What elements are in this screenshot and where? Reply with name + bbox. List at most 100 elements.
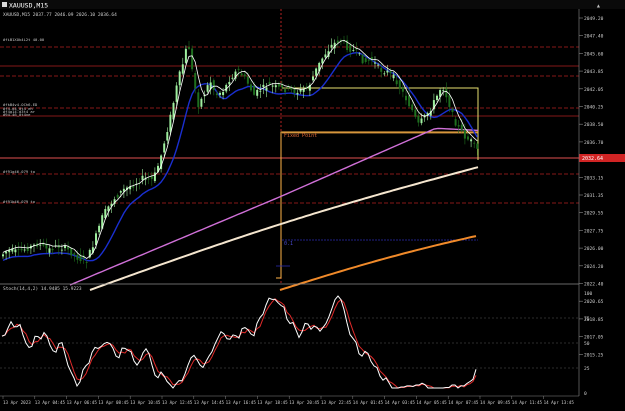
candle-body: [352, 50, 355, 51]
current-price-badge: 2032.64: [579, 154, 625, 162]
candle-body: [141, 175, 144, 180]
indicator-label: Stoch(14,4,2) 14.9485 15.9223: [3, 286, 82, 292]
candle-body: [57, 245, 60, 248]
candle-body: [73, 253, 76, 255]
time-tick-label: 14 Apr 05:45: [416, 400, 447, 405]
candle-body: [330, 44, 333, 48]
candle-body: [398, 80, 401, 89]
candle-body: [454, 119, 457, 126]
price-tick-label: 2017.05: [584, 335, 604, 341]
time-tick-label: 14 Apr 13:45: [544, 400, 575, 405]
candle-body: [26, 246, 29, 251]
candle-body: [312, 76, 314, 81]
candle-body: [259, 90, 262, 92]
candle-body: [349, 45, 352, 52]
time-tick-label: 14 Apr 11:45: [512, 400, 543, 405]
candle-body: [274, 85, 277, 88]
candle-body: [169, 114, 172, 132]
candle-body: [188, 47, 190, 49]
price-tick-label: 2040.25: [584, 105, 604, 111]
candle-body: [231, 77, 234, 79]
price-tick-label: 2042.05: [584, 87, 604, 93]
candle-body: [76, 254, 79, 260]
candle-body: [215, 93, 218, 96]
candle-body: [380, 67, 383, 72]
time-tick-label: 13 Apr 16:45: [226, 400, 257, 405]
candle-body: [281, 84, 283, 88]
candle-body: [237, 68, 240, 70]
candle-body: [364, 58, 367, 62]
candle-body: [181, 64, 184, 74]
indicator-tick-label: 50: [584, 341, 590, 347]
candle-body: [383, 73, 386, 75]
candle-body: [132, 186, 135, 188]
time-tick-label: 13 Apr 22:45: [321, 400, 352, 405]
ohlc-info-line: XAUUSD,M15 2037.77 2046.09 2026.10 2036.…: [3, 12, 117, 18]
candle-body: [293, 89, 296, 94]
window-title: XAUUSD,M15: [9, 2, 48, 10]
candle-body: [206, 85, 209, 92]
candle-body: [2, 254, 4, 257]
candle-body: [302, 89, 305, 92]
candle-body: [147, 178, 150, 180]
fib-level-label: 0.1: [284, 241, 293, 247]
candle-body: [116, 194, 119, 198]
candle-body: [51, 248, 54, 251]
candle-body: [473, 142, 476, 144]
price-tick-label: 2033.15: [584, 175, 604, 181]
candle-body: [85, 262, 88, 263]
candle-body: [408, 95, 411, 107]
candle-body: [197, 92, 200, 108]
trading-chart-window[interactable]: XAUUSD,M15 ▴ XAUUSD,M15 2037.77 2046.09 …: [0, 0, 625, 407]
price-tick-label: 2024.20: [584, 264, 604, 270]
candle-body: [436, 95, 438, 100]
candle-body: [451, 108, 454, 113]
candle-body: [228, 81, 231, 85]
candle-body: [70, 248, 73, 256]
candle-body: [389, 70, 392, 73]
price-tick-label: 2043.85: [584, 69, 604, 75]
time-tick-label: 14 Apr 09:45: [480, 400, 511, 405]
candle-body: [467, 136, 469, 140]
candle-body: [191, 48, 194, 70]
candle-body: [414, 109, 417, 117]
candle-body: [14, 249, 17, 253]
candle-body: [361, 54, 364, 64]
object-label: #94-46_0t4ve: [3, 112, 31, 117]
candle-body: [374, 62, 376, 64]
object-label: #f91g46.079 to: [3, 169, 36, 174]
candle-body: [250, 84, 252, 91]
price-tick-label: 2031.35: [584, 193, 604, 199]
candle-body: [265, 87, 268, 91]
candle-body: [377, 64, 380, 66]
candle-body: [119, 191, 122, 193]
candle-body: [299, 89, 302, 92]
candle-body: [271, 85, 274, 87]
price-tick-label: 2022.40: [584, 282, 604, 288]
object-label: #fiB1XOk4L2t 40.00: [3, 37, 45, 42]
candle-body: [392, 74, 395, 79]
candle-body: [23, 249, 26, 251]
candle-body: [405, 95, 407, 101]
candle-body: [48, 248, 51, 253]
candle-body: [386, 70, 389, 73]
candle-body: [256, 89, 259, 96]
time-tick-label: 13 Apr 14:45: [194, 400, 225, 405]
close-icon[interactable]: ▴: [596, 1, 601, 10]
candle-body: [98, 225, 101, 233]
chart-title-bar[interactable]: XAUUSD,M15 ▴: [0, 0, 625, 10]
candle-body: [60, 249, 63, 251]
candle-body: [445, 88, 448, 98]
candle-body: [194, 73, 197, 89]
candle-body: [470, 139, 473, 142]
indicator-tick-label: 0: [584, 391, 587, 397]
candle-body: [200, 98, 203, 107]
chart-window-icon[interactable]: [2, 2, 7, 7]
time-tick-label: 13 Apr 06:45: [67, 400, 98, 405]
indicator-tick-label: 100: [584, 291, 593, 297]
candle-body: [184, 48, 187, 63]
candle-body: [222, 92, 225, 96]
time-tick-label: 13 Apr 20:45: [289, 400, 320, 405]
candle-body: [457, 125, 460, 127]
time-tick-label: 14 Apr 03:45: [385, 400, 416, 405]
